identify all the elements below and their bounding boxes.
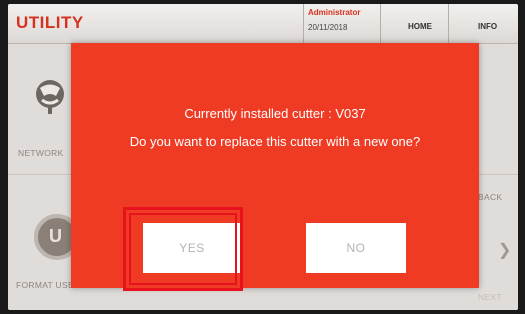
next-button[interactable]: NEXT (478, 292, 502, 302)
page-title: UTILITY (16, 13, 84, 32)
top-bar: UTILITY Administrator 20/11/2018 HOME IN… (8, 4, 518, 44)
yes-button-highlight-inner (129, 213, 237, 285)
yes-button-highlight (123, 207, 243, 291)
home-button[interactable]: HOME (408, 22, 432, 31)
header-divider (448, 4, 449, 44)
chevron-right-icon[interactable]: ❯ (498, 240, 511, 260)
back-button[interactable]: BACK (478, 192, 502, 202)
tile-network-label[interactable]: NETWORK (18, 148, 64, 158)
dialog-message-cutter: Currently installed cutter : V037 (184, 106, 366, 121)
current-date: 20/11/2018 (308, 23, 348, 32)
device-screen: UTILITY Administrator 20/11/2018 HOME IN… (8, 4, 518, 310)
user-info: Administrator 20/11/2018 (308, 8, 378, 32)
info-button[interactable]: INFO (478, 22, 497, 31)
no-button[interactable]: NO (306, 223, 406, 273)
header-divider (303, 4, 304, 44)
user-role: Administrator (308, 8, 361, 17)
dialog-message-question: Do you want to replace this cutter with … (129, 134, 421, 149)
network-globe-icon[interactable] (30, 76, 70, 116)
header-divider (380, 4, 381, 44)
